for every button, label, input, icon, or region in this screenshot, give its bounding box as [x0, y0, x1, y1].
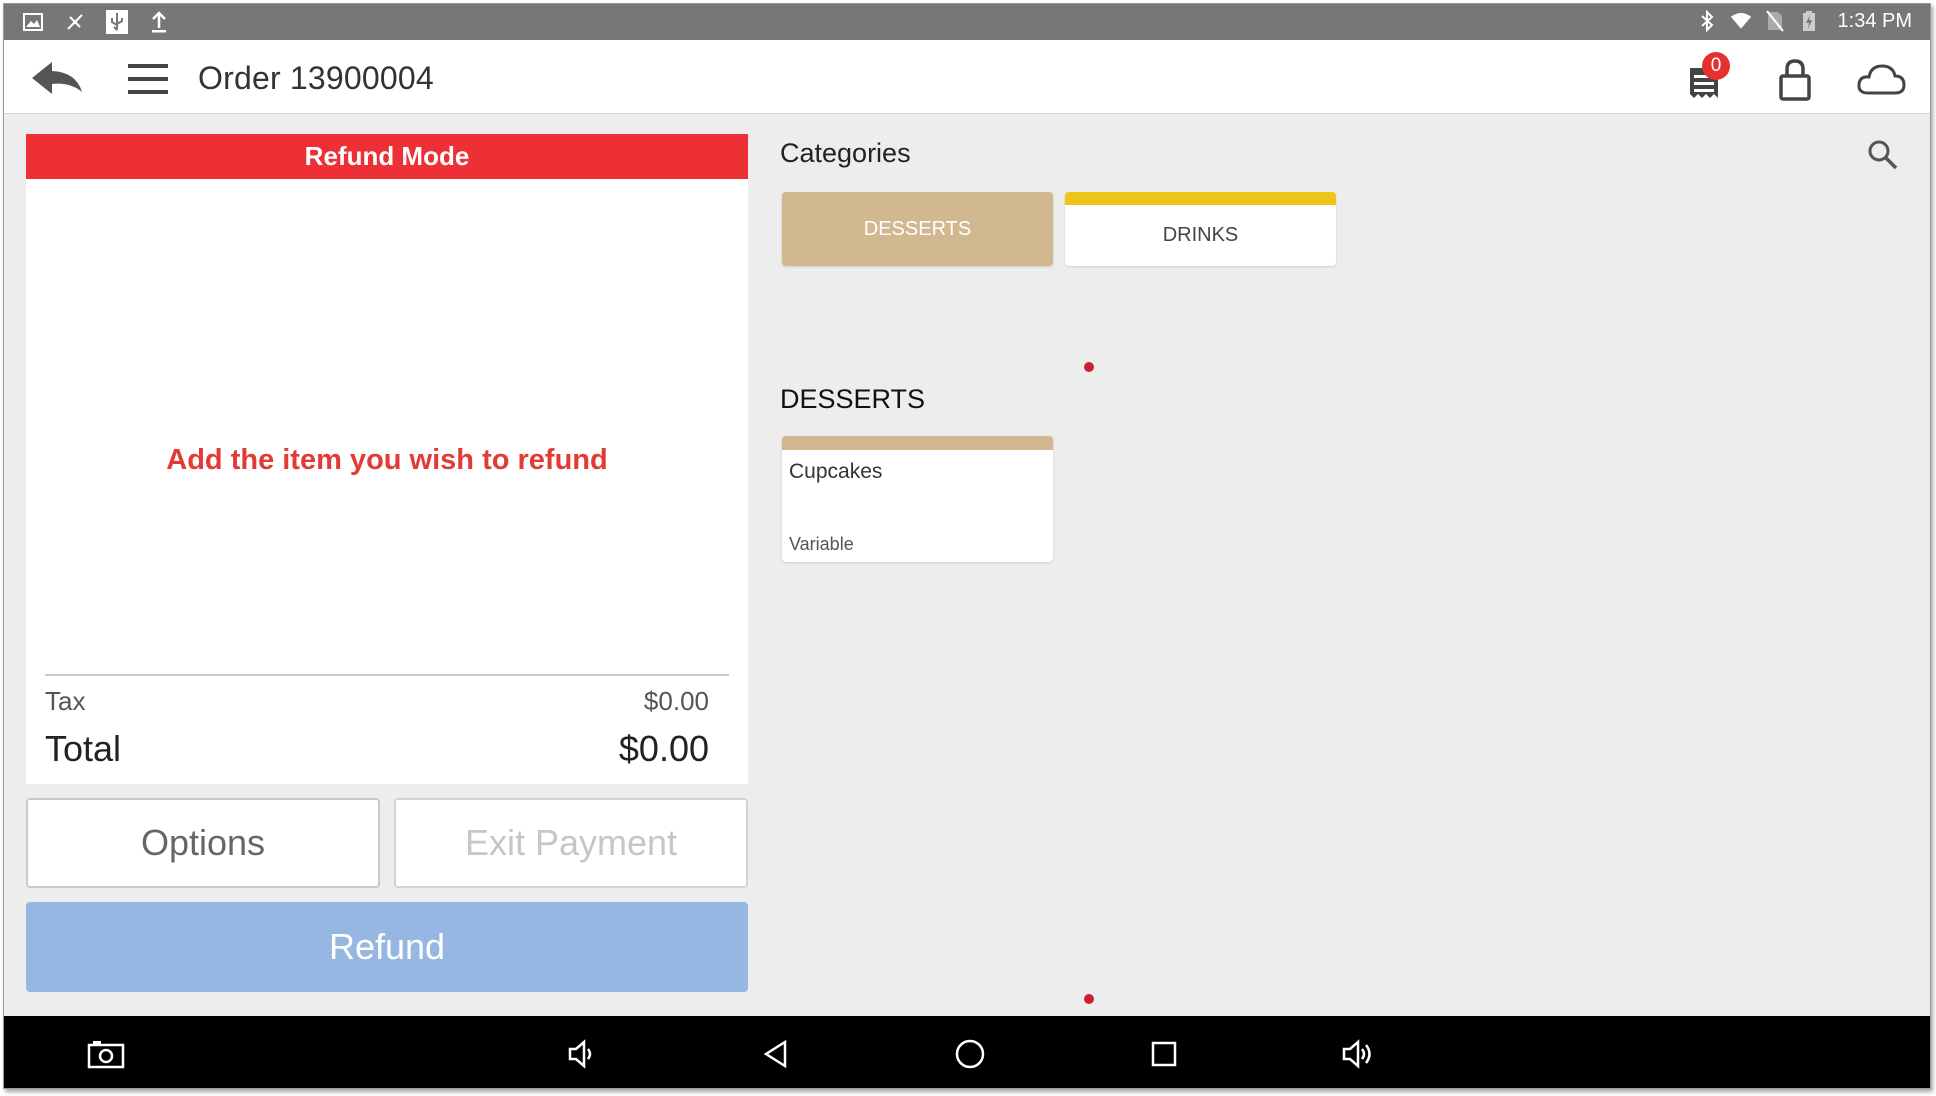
image-icon [22, 10, 44, 34]
wifi-icon [1730, 9, 1752, 33]
app-bar: Order 13900004 0 [4, 40, 1930, 114]
signal-off-icon [64, 10, 86, 34]
status-bar: 1:34 PM [4, 4, 1930, 40]
indicator-dot [1084, 994, 1094, 1004]
hamburger-menu-icon[interactable] [126, 62, 170, 96]
cloud-icon[interactable] [1856, 62, 1906, 96]
refund-hint-text: Add the item you wish to refund [166, 444, 608, 476]
item-name: Cupcakes [789, 460, 883, 483]
back-arrow-icon[interactable] [30, 58, 84, 98]
indicator-dot [1084, 362, 1094, 372]
refund-button[interactable]: Refund [26, 902, 748, 992]
navigation-bar [4, 1016, 1930, 1088]
catalog-panel: Categories DESSERTS DRINKS DESSERTS Cupc… [762, 114, 1930, 1014]
screenshot-icon[interactable] [86, 1034, 126, 1074]
upload-icon [148, 10, 170, 34]
categories-heading: Categories [780, 138, 911, 168]
exit-payment-button[interactable]: Exit Payment [394, 798, 748, 888]
status-time: 1:34 PM [1837, 9, 1912, 32]
volume-down-icon[interactable] [562, 1034, 602, 1074]
order-ticket: Refund Mode Add the item you wish to ref… [26, 134, 748, 784]
lock-icon[interactable] [1778, 58, 1812, 102]
ticket-divider [45, 674, 729, 676]
tablet-device: 1:34 PM Order 13900004 0 Refund Mode Add… [0, 0, 1936, 1096]
refund-mode-banner: Refund Mode [26, 134, 748, 179]
no-sim-icon [1764, 9, 1786, 33]
section-heading: DESSERTS [780, 384, 926, 414]
options-button[interactable]: Options [26, 798, 380, 888]
back-triangle-icon[interactable] [756, 1034, 796, 1074]
usb-icon [106, 10, 128, 34]
receipt-count-badge: 0 [1702, 52, 1730, 80]
search-icon[interactable] [1866, 138, 1900, 172]
item-price-type: Variable [789, 534, 854, 554]
page-title: Order 13900004 [198, 60, 434, 96]
tax-label: Tax [45, 686, 86, 716]
tax-value: $0.00 [643, 686, 709, 716]
total-label: Total [45, 728, 122, 769]
recents-square-icon[interactable] [1144, 1034, 1184, 1074]
screen: 1:34 PM Order 13900004 0 Refund Mode Add… [3, 3, 1931, 1089]
home-circle-icon[interactable] [950, 1034, 990, 1074]
total-value: $0.00 [618, 728, 709, 769]
category-drinks[interactable]: DRINKS [1065, 192, 1336, 266]
item-tile-cupcakes[interactable]: Cupcakes Variable [782, 436, 1053, 562]
bluetooth-icon [1696, 9, 1718, 33]
volume-up-icon[interactable] [1338, 1034, 1378, 1074]
battery-charging-icon [1798, 9, 1820, 33]
category-desserts[interactable]: DESSERTS [782, 192, 1053, 266]
